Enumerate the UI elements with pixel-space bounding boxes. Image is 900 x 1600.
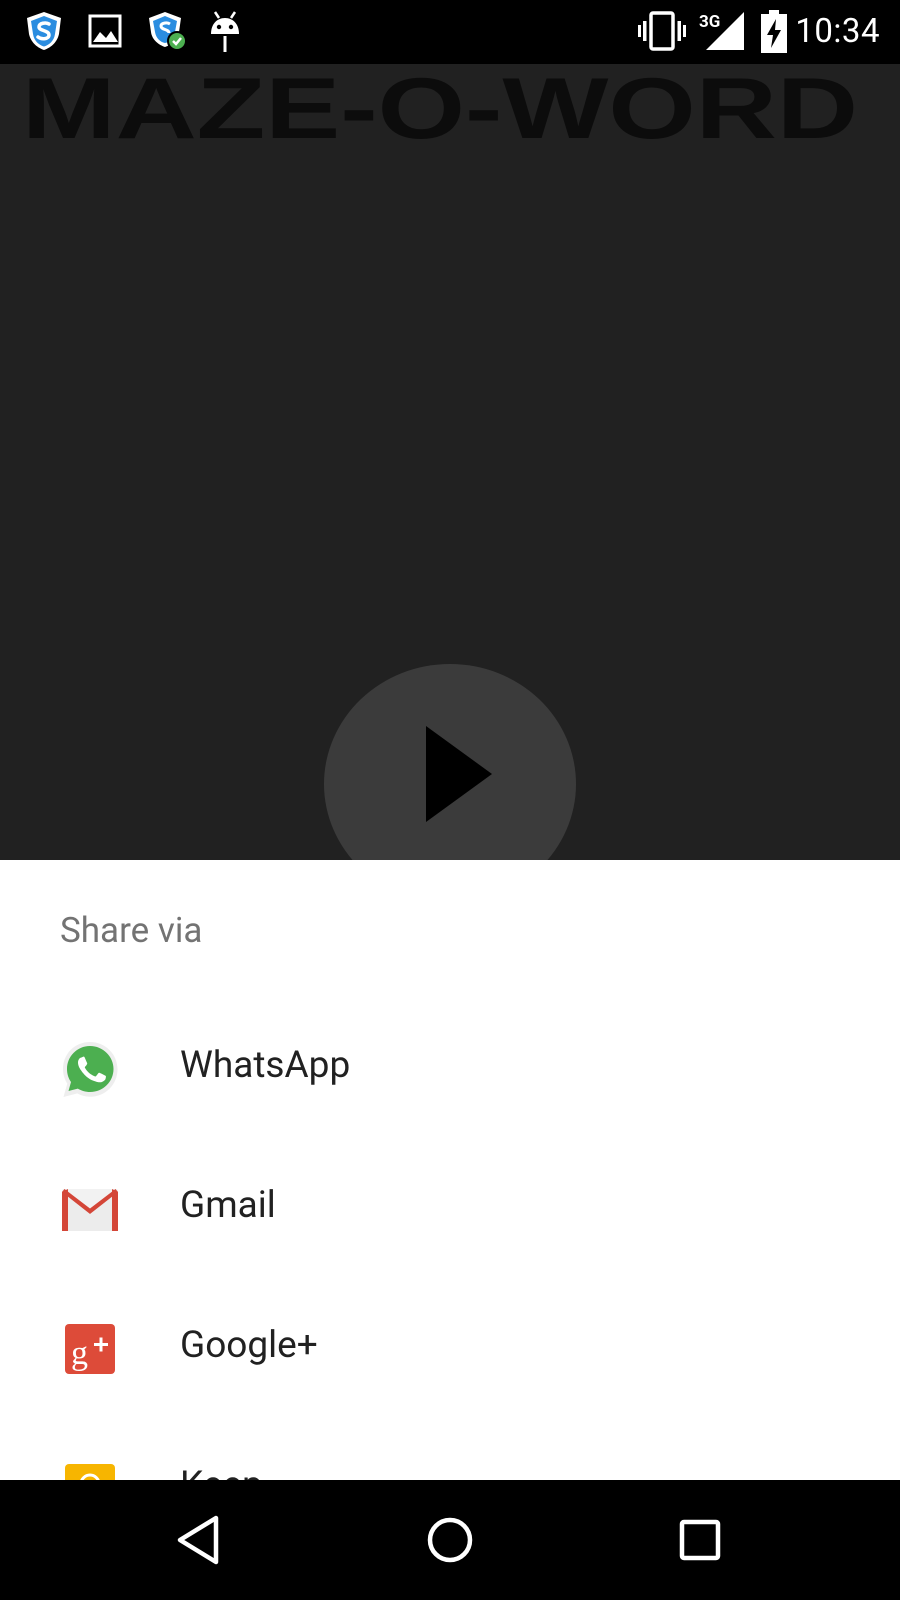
vibrate-icon [638,10,686,56]
sheet-title: Share via [60,910,203,951]
keep-icon [60,1460,120,1480]
shield-check-icon [146,10,188,56]
google-plus-icon: g [60,1320,120,1380]
battery-charging-icon [760,10,788,58]
share-item-gmail[interactable]: Gmail [0,1140,900,1280]
app-title-logo: MAZE-O-WORD [22,64,882,158]
image-icon [88,14,122,52]
share-item-google-plus[interactable]: g Google+ [0,1280,900,1420]
android-debug-icon [208,10,242,58]
signal-icon [704,12,744,56]
share-item-keep[interactable]: Keep [0,1420,900,1480]
play-button[interactable] [324,664,576,860]
share-item-label: WhatsApp [180,1044,351,1087]
share-item-label: Google+ [180,1324,318,1367]
share-item-label: Gmail [180,1184,276,1227]
app-background: MAZE-O-WORD [0,64,900,860]
share-item-label: Keep [180,1464,263,1480]
whatsapp-icon [60,1040,120,1100]
shield-icon [24,10,64,56]
recents-icon[interactable] [670,1510,730,1570]
svg-text:g: g [71,1335,88,1372]
svg-text:MAZE-O-WORD: MAZE-O-WORD [22,68,858,157]
status-time: 10:34 [795,12,880,51]
play-icon [426,726,492,822]
share-sheet: Share via WhatsApp Gmail g Google+ Keep [0,860,900,1480]
status-bar: 3G 10:34 [0,0,900,64]
navigation-bar [0,1480,900,1600]
gmail-icon [60,1180,120,1240]
home-icon[interactable] [420,1510,480,1570]
share-item-whatsapp[interactable]: WhatsApp [0,1000,900,1140]
back-icon[interactable] [170,1510,230,1570]
